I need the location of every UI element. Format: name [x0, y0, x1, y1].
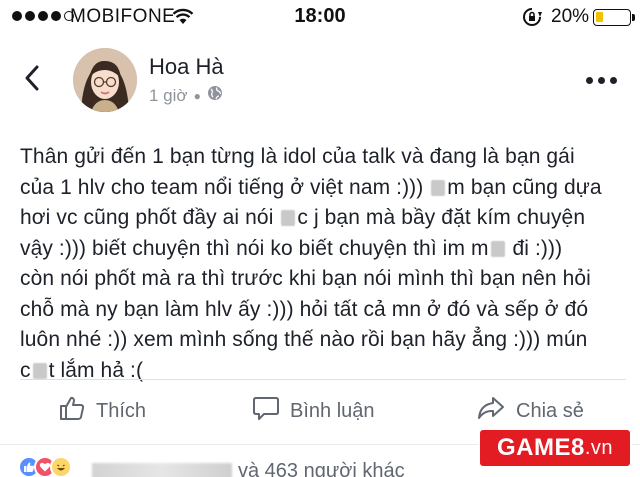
- post-text-segment: luôn nhé :)) xem mình sống thế nào rồi b…: [20, 328, 588, 351]
- post-text-line: chỗ mà ny bạn làm hlv ấy :))) hỏi tất cả…: [20, 295, 626, 326]
- comment-bubble-icon: [252, 394, 280, 428]
- back-chevron-icon[interactable]: [24, 64, 40, 97]
- post-text-segment: Thân gửi đến 1 bạn từng là idol của talk…: [20, 145, 575, 168]
- redacted-text: [281, 210, 296, 226]
- post-text-segment: vậy :))) biết chuyện thì nói ko biết chu…: [20, 236, 489, 260]
- battery-percent: 20%: [551, 6, 590, 27]
- post-author-name[interactable]: Hoa Hà: [149, 54, 224, 80]
- post-text-segment: hơi vc cũng phốt đầy ai nói: [20, 206, 280, 229]
- comment-label: Bình luận: [290, 399, 375, 422]
- like-label: Thích: [96, 399, 147, 422]
- share-button[interactable]: Chia sẻ: [476, 394, 584, 428]
- redacted-text: [431, 179, 446, 196]
- divider: [20, 379, 626, 380]
- post-body: Thân gửi đến 1 bạn từng là idol của talk…: [20, 142, 626, 386]
- haha-reaction-icon: [50, 456, 72, 477]
- separator-dot: ●: [193, 88, 201, 103]
- redacted-text: [490, 240, 505, 257]
- reactions-summary-text: và 463 người khác: [238, 460, 405, 477]
- like-button[interactable]: Thích: [58, 394, 146, 428]
- post-text-line: vậy :))) biết chuyện thì nói ko biết chu…: [20, 234, 626, 265]
- post-text-segment: của 1 hlv cho team nổi tiếng ở việt nam …: [20, 175, 430, 199]
- share-arrow-icon: [476, 394, 506, 428]
- post-text-line: còn nói phốt mà ra thì trước khi bạn nói…: [20, 264, 626, 295]
- post-text-line: hơi vc cũng phốt đầy ai nói c j bạn mà b…: [20, 203, 626, 234]
- post-text-segment: c j bạn mà bầy đặt kím chuyện: [297, 206, 586, 229]
- post-text-segment: còn nói phốt mà ra thì trước khi bạn nói…: [20, 267, 591, 290]
- reaction-icons[interactable]: [18, 456, 72, 477]
- battery-icon: [593, 9, 635, 26]
- comment-button[interactable]: Bình luận: [252, 394, 375, 428]
- clock: 18:00: [294, 5, 346, 27]
- more-options-icon[interactable]: [586, 77, 617, 84]
- post-text-line: của 1 hlv cho team nổi tiếng ở việt nam …: [20, 173, 626, 204]
- redacted-text: [32, 362, 47, 379]
- rotation-lock-icon: [521, 7, 543, 32]
- globe-icon: [207, 85, 223, 106]
- post-text-line: Thân gửi đến 1 bạn từng là idol của talk…: [20, 142, 626, 173]
- post-timestamp[interactable]: 1 giờ: [149, 86, 188, 106]
- avatar[interactable]: [73, 48, 137, 112]
- game8-watermark-logo: GAME8 .vn: [480, 430, 630, 466]
- share-label: Chia sẻ: [516, 399, 584, 422]
- thumbs-up-icon: [58, 394, 86, 428]
- post-text-segment: m bạn cũng dựa: [447, 175, 602, 199]
- post-meta: 1 giờ ●: [149, 85, 223, 106]
- redacted-names: [92, 463, 232, 477]
- post-text-segment: đi :))): [506, 236, 563, 260]
- post-text-line: ct lắm hả :(: [20, 356, 626, 387]
- status-bar: MOBIFONE 18:00 20%: [0, 0, 640, 34]
- post-text-segment: chỗ mà ny bạn làm hlv ấy :))) hỏi tất cả…: [20, 297, 589, 321]
- reactions-summary[interactable]: và 463 người khác: [92, 460, 405, 477]
- post-text-line: luôn nhé :)) xem mình sống thế nào rồi b…: [20, 325, 626, 356]
